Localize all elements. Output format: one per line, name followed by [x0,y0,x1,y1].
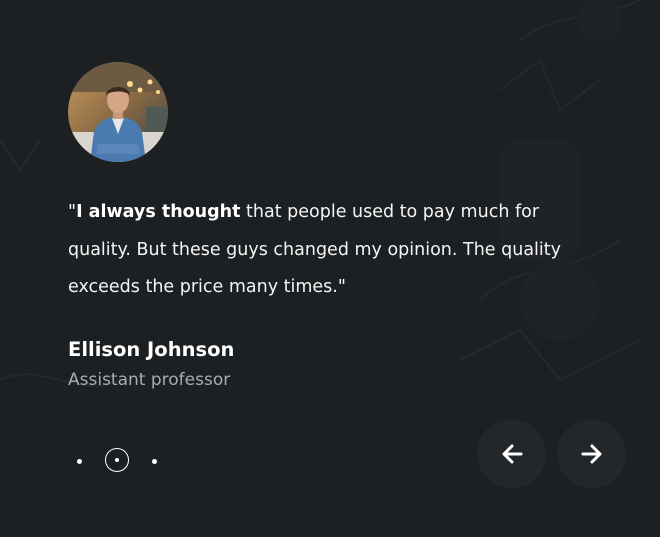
pagination-dot-3[interactable] [152,459,157,464]
next-slide-button[interactable] [557,419,626,488]
arrow-left-icon [502,444,523,464]
author-name: Ellison Johnson [68,338,235,361]
previous-slide-button[interactable] [477,419,546,488]
pagination-dot-2-active[interactable] [105,448,129,472]
author-role: Assistant professor [68,370,231,390]
slider-pagination [68,448,168,476]
avatar [68,62,168,162]
quote-emphasis: I always thought [76,202,241,222]
arrow-right-icon [581,444,602,464]
quote-open-mark: " [68,202,77,222]
quote-close-mark: " [337,277,346,297]
testimonial-quote: "I always thought that people used to pa… [68,194,598,307]
pagination-dot-1[interactable] [77,459,82,464]
portrait-photo [68,62,168,162]
